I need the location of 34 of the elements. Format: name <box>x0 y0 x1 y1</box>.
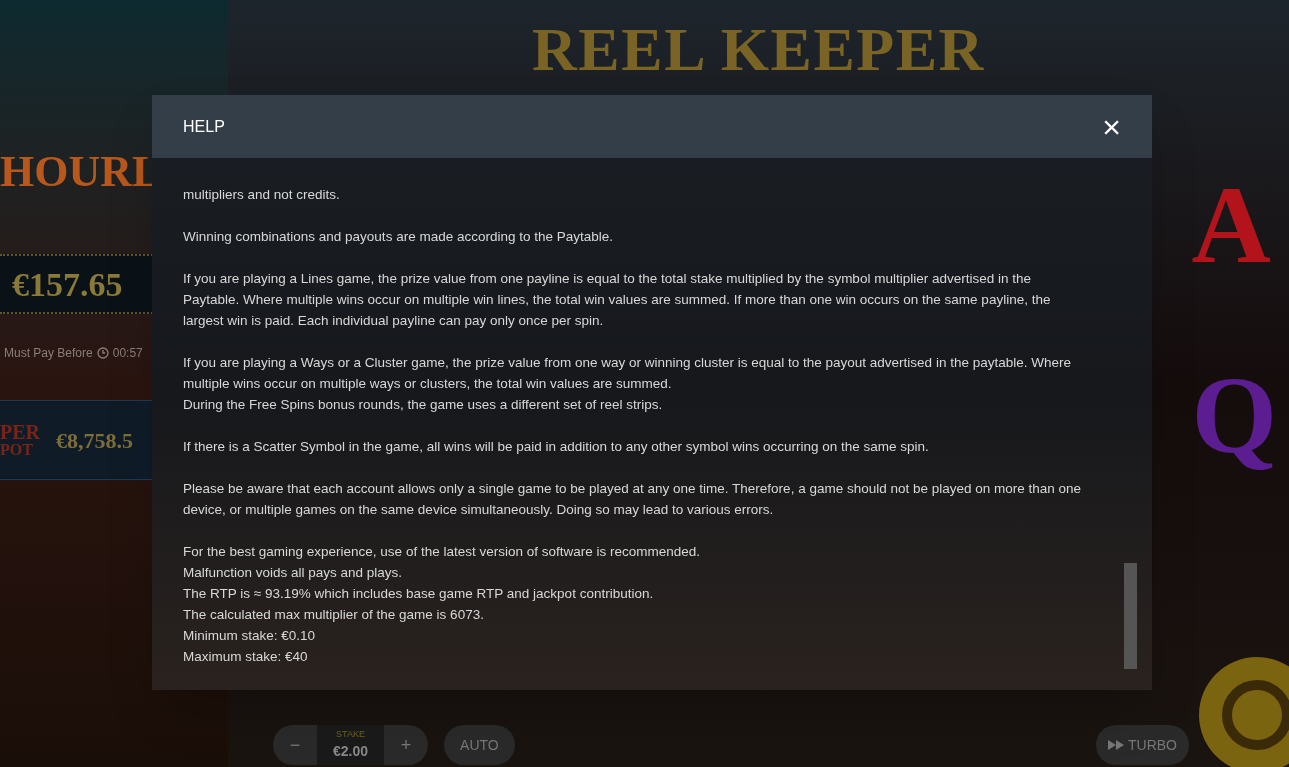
increase-button[interactable]: + <box>384 725 429 765</box>
jackpot-amount: €8,758.5 <box>56 426 133 455</box>
stake-value: €2.00 <box>333 742 369 762</box>
game-logo: REEL KEEPER <box>532 18 985 80</box>
help-text: The calculated max multiplier of the game is 6073. <box>183 606 485 624</box>
decrease-button[interactable]: − <box>273 725 317 765</box>
help-text: Please be aware that each account allows only a single game to be played at any one time. Therefore, a game should not be played on more than one device, or multiple games on the same device simultaneously. Doing so may lead to various errors. <box>183 480 1083 519</box>
help-text: If you are playing a Ways or a Cluster game, the prize value from one way or winning cluster is equal to the payout advertised in the paytable. Where multiple wins occur on multiple ways or clusters, the total win values are summed. <box>183 354 1072 393</box>
clock-icon <box>96 347 109 359</box>
dialog-title: HELP <box>183 116 225 137</box>
help-text: Winning combinations and payouts are made according to the Paytable. <box>183 228 614 246</box>
reel-symbol: A <box>1191 170 1272 280</box>
help-text: Maximum stake: €40 <box>183 648 309 666</box>
fast-forward-icon <box>1108 740 1124 750</box>
help-text: Minimum stake: €0.10 <box>183 627 317 645</box>
scrollbar-thumb[interactable] <box>1124 563 1137 669</box>
hourly-logo: HOURL <box>0 150 162 194</box>
help-text: Malfunction voids all pays and plays. <box>183 564 404 582</box>
help-text: The RTP is ≈ 93.19% which includes base game RTP and jackpot contribution. <box>183 585 655 603</box>
super-logo-bottom: POT <box>0 442 34 458</box>
close-button[interactable]: × <box>1102 110 1121 143</box>
hourly-amount: €157.65 <box>12 264 123 305</box>
auto-button[interactable]: AUTO <box>444 725 515 765</box>
help-text: multipliers and not credits. <box>183 186 341 204</box>
turbo-button[interactable]: TURBO <box>1096 725 1189 765</box>
must-pay-label: Must Pay Before <box>4 345 93 362</box>
help-text: If there is a Scatter Symbol in the game, all wins will be paid in addition to any other symbol wins occurring on the same spin. <box>183 438 930 456</box>
timer: 00:57 <box>112 345 143 362</box>
help-text: If you are playing a Lines game, the prize value from one payline is equal to the total stake multiplied by the symbol multiplier advertised in the Paytable. Where multiple wins occur on multiple win lines, the total win values are summed. If more than one win occurs on the same payline, the largest win is paid. Each individual payline can pay only once per spin. <box>183 270 1052 330</box>
reel-symbol: Q <box>1191 360 1277 470</box>
help-text: During the Free Spins bonus rounds, the game uses a different set of reel strips. <box>183 396 664 414</box>
help-text: For the best gaming experience, use of the latest version of software is recommended. <box>183 543 701 561</box>
super-logo-top: PER <box>0 422 40 442</box>
stake-label: STAKE <box>336 727 365 741</box>
